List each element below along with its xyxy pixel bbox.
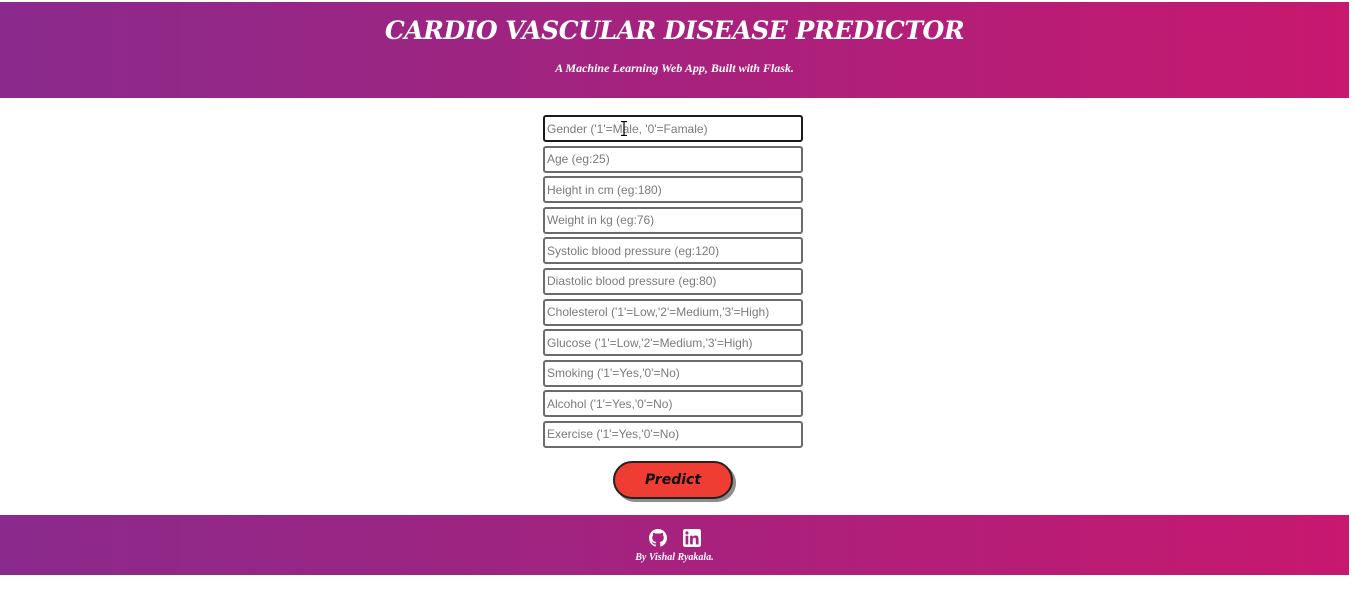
alcohol-input[interactable] (543, 390, 803, 418)
gender-input[interactable] (543, 115, 803, 142)
predict-button[interactable]: Predict (613, 461, 733, 499)
page-title: CARDIO VASCULAR DISEASE PREDICTOR (384, 16, 965, 45)
age-input[interactable] (543, 145, 803, 173)
github-icon[interactable] (648, 529, 667, 547)
exercise-input[interactable] (543, 420, 803, 448)
footer-banner: By Vishal Ryakala. (0, 515, 1349, 575)
systolic-bp-input[interactable] (543, 237, 803, 265)
diastolic-bp-input[interactable] (543, 267, 803, 295)
text-cursor-icon (621, 121, 627, 136)
glucose-input[interactable] (543, 329, 803, 357)
author-credit: By Vishal Ryakala. (635, 552, 714, 563)
smoking-input[interactable] (543, 359, 803, 387)
linkedin-icon[interactable] (682, 529, 701, 547)
prediction-form (543, 115, 803, 452)
page-subtitle: A Machine Learning Web App, Built with F… (555, 61, 794, 75)
social-links (0, 529, 1349, 549)
cholesterol-input[interactable] (543, 298, 803, 326)
header-banner: CARDIO VASCULAR DISEASE PREDICTOR A Mach… (0, 2, 1349, 98)
height-input[interactable] (543, 176, 803, 204)
weight-input[interactable] (543, 206, 803, 234)
